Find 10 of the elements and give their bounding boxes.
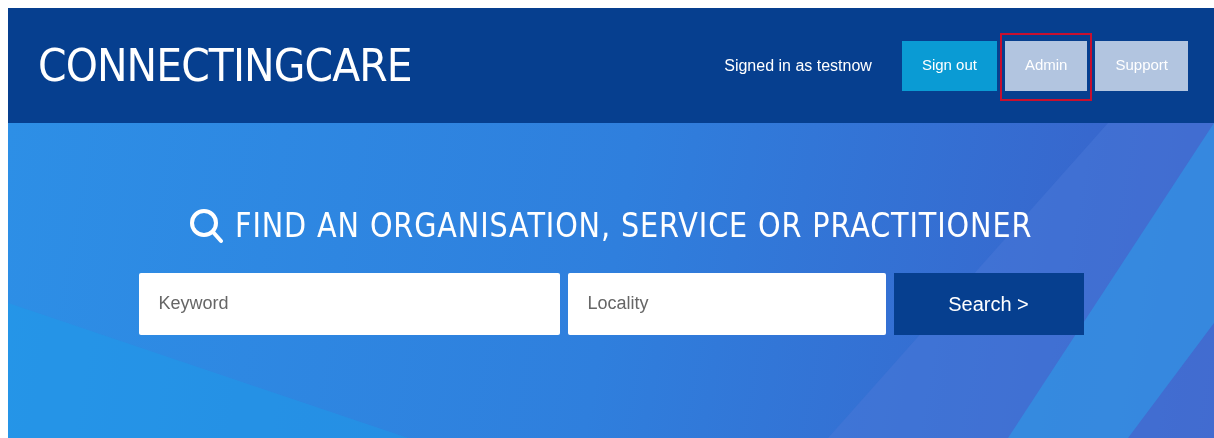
search-icon — [189, 207, 224, 244]
site-logo[interactable]: CONNECTINGCARE — [38, 32, 412, 99]
header-button[interactable]: Sign out — [901, 40, 997, 91]
search-button[interactable]: Search > — [893, 272, 1084, 335]
signed-in-text: Signed in as testnow — [724, 55, 872, 76]
search-title: FIND AN ORGANISATION, SERVICE OR PRACTITIONER — [235, 205, 1033, 247]
header-button[interactable]: Support — [1095, 40, 1188, 91]
keyword-field[interactable]: Keyword — [138, 272, 560, 335]
locality-field[interactable]: Locality — [567, 272, 886, 335]
header-button[interactable]: Admin — [1004, 40, 1088, 91]
